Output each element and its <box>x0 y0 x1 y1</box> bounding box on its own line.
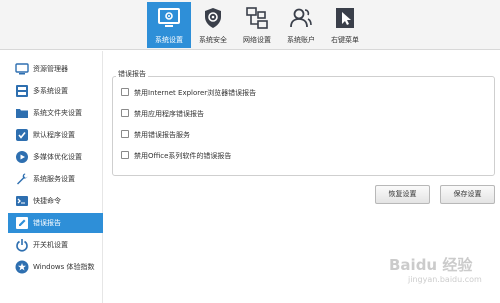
tab-system-security[interactable]: 系统安全 <box>191 2 235 48</box>
watermark-url: jingyan.baidu.com <box>408 275 482 284</box>
tab-label: 系统设置 <box>155 36 183 44</box>
tab-label: 系统账户 <box>287 36 315 44</box>
monitor-gear-icon <box>158 8 180 27</box>
sidebar-item-label: 系统服务设置 <box>33 175 75 183</box>
group-title: 错误报告 <box>116 69 148 79</box>
checkbox[interactable] <box>121 151 129 159</box>
sidebar-item-label: 多媒体优化设置 <box>33 153 82 161</box>
sidebar-item-label: 开关机设置 <box>33 241 68 249</box>
tab-label: 系统安全 <box>199 36 227 44</box>
tab-label: 右键菜单 <box>331 36 359 44</box>
checkbox[interactable] <box>121 130 129 138</box>
save-settings-button[interactable]: 保存设置 <box>440 185 495 204</box>
tab-network-settings[interactable]: 网络设置 <box>235 2 279 48</box>
active-indicator-arrow <box>95 213 102 227</box>
star-icon <box>15 260 29 274</box>
monitor-icon <box>15 63 29 75</box>
multi-system-icon <box>16 85 28 97</box>
option-label: 禁用Office系列软件的错误报告 <box>134 152 232 160</box>
media-icon <box>16 151 28 163</box>
tab-context-menu[interactable]: 右键菜单 <box>323 2 367 48</box>
restore-settings-button[interactable]: 恢复设置 <box>375 185 430 204</box>
tab-label: 网络设置 <box>243 36 271 44</box>
sidebar-item-error-report[interactable]: 错误报告 <box>8 213 103 233</box>
sidebar-item-power[interactable]: 开关机设置 <box>8 235 103 255</box>
sidebar-item-services[interactable]: 系统服务设置 <box>8 169 103 189</box>
option-label: 禁用Internet Explorer浏览器错误报告 <box>134 89 257 97</box>
top-toolbar: 系统设置 系统安全 网络设置 系统账户 右键菜单 <box>0 0 500 50</box>
tab-system-settings[interactable]: 系统设置 <box>147 2 191 48</box>
checkbox[interactable] <box>121 88 129 96</box>
option-label: 禁用应用程序错误报告 <box>134 110 204 118</box>
wrench-icon <box>17 173 28 185</box>
sidebar-item-multi-system[interactable]: 多系统设置 <box>8 81 103 101</box>
shield-gear-icon <box>205 8 221 28</box>
check-shield-icon <box>16 129 28 141</box>
option-label: 禁用错误报告服务 <box>134 131 190 139</box>
watermark-logo: Baidu 经验 <box>389 256 473 274</box>
command-icon <box>16 196 28 206</box>
sidebar-item-shortcuts[interactable]: 快捷命令 <box>8 191 103 211</box>
sidebar-item-default-programs[interactable]: 默认程序设置 <box>8 125 103 145</box>
sidebar-item-multimedia[interactable]: 多媒体优化设置 <box>8 147 103 167</box>
sidebar-item-label: 快捷命令 <box>33 197 61 205</box>
sidebar-item-label: 系统文件夹设置 <box>33 109 82 117</box>
sidebar-item-label: 错误报告 <box>33 219 61 227</box>
checkbox[interactable] <box>121 109 129 117</box>
sidebar-item-label: 资源管理器 <box>33 65 68 73</box>
edit-report-icon <box>16 217 28 229</box>
sidebar-item-system-folders[interactable]: 系统文件夹设置 <box>8 103 103 123</box>
sidebar-item-label: 默认程序设置 <box>33 131 75 139</box>
sidebar-item-explorer[interactable]: 资源管理器 <box>8 59 103 79</box>
cursor-menu-icon <box>336 8 354 28</box>
sidebar: 资源管理器 多系统设置 系统文件夹设置 默认程序设置 多媒体优化设置 系统服务设… <box>0 51 103 303</box>
tab-system-accounts[interactable]: 系统账户 <box>279 2 323 48</box>
folder-icon <box>16 109 28 118</box>
sidebar-item-label: 多系统设置 <box>33 87 68 95</box>
sidebar-item-label: Windows 体验指数 <box>33 263 95 271</box>
network-icon <box>246 7 268 29</box>
power-icon <box>16 239 28 252</box>
users-icon <box>290 8 312 28</box>
sidebar-item-experience-index[interactable]: Windows 体验指数 <box>8 257 103 277</box>
